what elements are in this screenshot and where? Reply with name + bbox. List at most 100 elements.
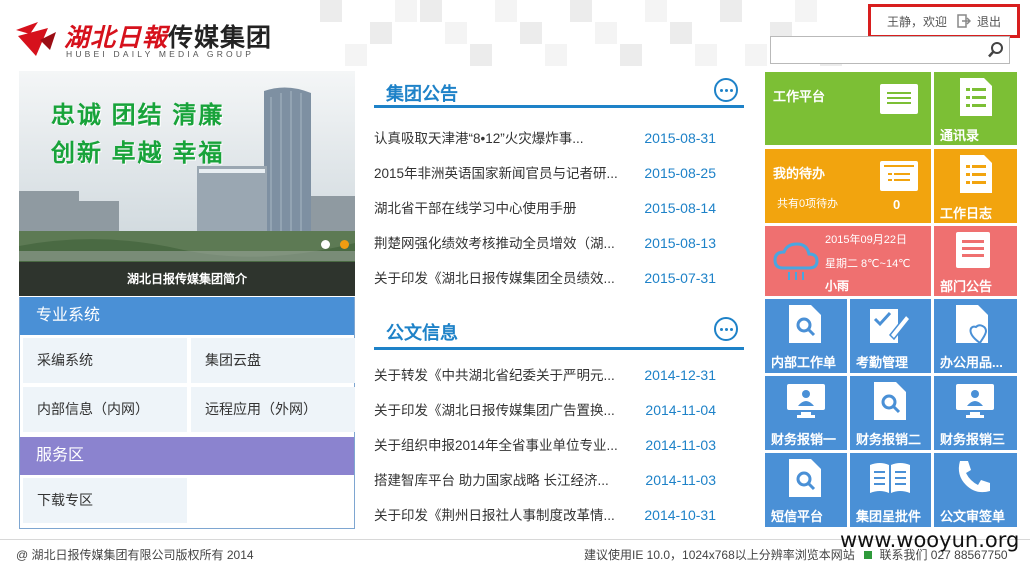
footer-browser-note: 建议使用IE 10.0，1024x768以上分辨率浏览本网站: [584, 548, 855, 562]
doc-date: 2014-11-03: [645, 437, 716, 453]
news-title[interactable]: 关于印发《湖北日报传媒集团全员绩效...: [374, 261, 624, 296]
tile-dept-notice[interactable]: 部门公告: [934, 226, 1017, 296]
banner-slogan: 忠诚 团结 清廉 创新 卓越 幸福: [51, 97, 224, 173]
system-item-cloud-disk[interactable]: 集团云盘: [191, 338, 355, 383]
announcements-section: 集团公告 认真吸取天津港“8•12”火灾爆炸事... 2015-08-31 201…: [374, 74, 744, 296]
doc-title[interactable]: 关于印发《湖北日报传媒集团广告置换...: [374, 393, 624, 428]
tile-contacts-label: 通讯录: [940, 128, 980, 143]
tile-work-platform[interactable]: 工作平台: [765, 72, 931, 145]
documents-title: 公文信息: [386, 323, 458, 343]
tile-attendance[interactable]: 考勤管理: [850, 299, 931, 373]
news-title[interactable]: 认真吸取天津港“8•12”火灾爆炸事...: [374, 121, 624, 156]
slide-dot-2[interactable]: [340, 240, 349, 249]
tile-finance-1[interactable]: 财务报销一: [765, 376, 847, 450]
footer-copyright: @ 湖北日报传媒集团有限公司版权所有 2014: [16, 548, 254, 562]
tile-todo-title: 我的待办: [773, 166, 826, 181]
tile-dept-notice-label: 部门公告: [940, 279, 993, 294]
checklist-edit-icon: [870, 309, 910, 343]
documents-list: 关于转发《中共湖北省纪委关于严明元... 2014-12-31 关于印发《湖北日报…: [374, 358, 744, 533]
left-panel: 专业系统 采编系统 集团云盘 内部信息（内网） 远程应用（外网） 服务区 下载专…: [19, 297, 355, 529]
news-title[interactable]: 湖北省干部在线学习中心使用手册: [374, 191, 624, 226]
system-item-remote-app[interactable]: 远程应用（外网）: [191, 387, 355, 432]
tile-finance-3-label: 财务报销三: [940, 432, 1006, 447]
documents-section: 公文信息 关于转发《中共湖北省纪委关于严明元... 2014-12-31 关于印发…: [374, 313, 744, 533]
announcements-title: 集团公告: [386, 84, 458, 104]
announcements-header: 集团公告: [374, 74, 744, 108]
document-heart-icon: [956, 305, 988, 343]
list-item[interactable]: 关于组织申报2014年全省事业单位专业... 2014-11-03: [374, 428, 744, 463]
user-name[interactable]: 王静: [887, 13, 911, 30]
tile-office-supplies[interactable]: 办公用品...: [934, 299, 1017, 373]
tile-internal-ticket[interactable]: 内部工作单: [765, 299, 847, 373]
user-greeting: ，欢迎: [911, 14, 948, 29]
notice-document-icon: [956, 232, 990, 268]
service-item-download[interactable]: 下载专区: [23, 478, 187, 523]
news-title[interactable]: 荆楚网强化绩效考核推动全员增效（湖...: [374, 226, 624, 261]
news-date: 2015-08-25: [644, 165, 716, 181]
tile-todo[interactable]: 我的待办 共有0项待办 0: [765, 149, 931, 223]
search-box: [770, 36, 1010, 64]
tile-contacts[interactable]: 通讯录: [934, 72, 1017, 145]
monitor-list-icon: [880, 84, 918, 114]
document-search-icon: [789, 305, 821, 343]
banner-caption[interactable]: 湖北日报传媒集团简介: [19, 262, 355, 296]
tile-work-platform-label: 工作平台: [773, 89, 826, 104]
pro-systems-grid: 采编系统 集团云盘 内部信息（内网） 远程应用（外网）: [20, 335, 355, 435]
logout-icon[interactable]: [957, 14, 972, 28]
list-item[interactable]: 关于印发《荆州日报社人事制度改革情... 2014-10-31: [374, 498, 744, 533]
tile-sms[interactable]: 短信平台: [765, 453, 847, 527]
phone-icon: [958, 461, 990, 493]
contact-icon: [864, 551, 873, 559]
open-book-icon: [870, 463, 910, 493]
tile-finance-2[interactable]: 财务报销二: [850, 376, 931, 450]
document-search-icon: [789, 459, 821, 497]
logo-mark-icon: [16, 22, 56, 56]
list-item[interactable]: 关于印发《湖北日报传媒集团广告置换... 2014-11-04: [374, 393, 744, 428]
news-title[interactable]: 2015年非洲英语国家新闻官员与记者研...: [374, 156, 624, 191]
address-book-icon: [960, 78, 992, 116]
tile-group-approval[interactable]: 集团呈批件: [850, 453, 931, 527]
tile-work-log[interactable]: 工作日志: [934, 149, 1017, 223]
doc-title[interactable]: 关于组织申报2014年全省事业单位专业...: [374, 428, 624, 463]
logout-link[interactable]: 退出: [977, 13, 1001, 30]
service-header: 服务区: [20, 437, 354, 475]
monitor-person-icon: [787, 384, 825, 418]
logo-title-red: 湖北日報: [64, 24, 169, 52]
tile-office-supplies-label: 办公用品...: [940, 355, 1003, 370]
search-icon[interactable]: [987, 41, 1005, 59]
list-item[interactable]: 搭建智库平台 助力国家战略 长江经济... 2014-11-03: [374, 463, 744, 498]
user-box: 王静 ，欢迎 退出: [868, 4, 1020, 38]
doc-title[interactable]: 搭建智库平台 助力国家战略 长江经济...: [374, 463, 624, 498]
list-item[interactable]: 2015年非洲英语国家新闻官员与记者研... 2015-08-25: [374, 156, 744, 191]
doc-title[interactable]: 关于转发《中共湖北省纪委关于严明元...: [374, 358, 624, 393]
doc-title[interactable]: 关于印发《荆州日报社人事制度改革情...: [374, 498, 624, 533]
system-item-editing[interactable]: 采编系统: [23, 338, 187, 383]
tile-finance-2-label: 财务报销二: [856, 432, 922, 447]
list-item[interactable]: 关于转发《中共湖北省纪委关于严明元... 2014-12-31: [374, 358, 744, 393]
list-item[interactable]: 湖北省干部在线学习中心使用手册 2015-08-14: [374, 191, 744, 226]
slogan-line-2: 创新 卓越 幸福: [51, 140, 225, 167]
tile-finance-3[interactable]: 财务报销三: [934, 376, 1017, 450]
pro-systems-header: 专业系统: [20, 297, 354, 335]
doc-date: 2014-11-04: [645, 402, 716, 418]
slide-dot-1[interactable]: [321, 240, 330, 249]
search-input[interactable]: [771, 37, 981, 63]
weather-desc: 小雨: [825, 279, 850, 293]
cloud-rain-icon: [773, 242, 819, 280]
banner-slideshow[interactable]: 忠诚 团结 清廉 创新 卓越 幸福 湖北日报传媒集团简介: [19, 71, 355, 296]
log-document-icon: [960, 155, 992, 193]
logo[interactable]: 湖北日報传媒集团 HUBEI DAILY MEDIA GROUP: [14, 18, 284, 62]
weather-day-temp: 星期二 8℃~14℃: [825, 258, 911, 270]
list-item[interactable]: 认真吸取天津港“8•12”火灾爆炸事... 2015-08-31: [374, 121, 744, 156]
list-item[interactable]: 荆楚网强化绩效考核推动全员增效（湖... 2015-08-13: [374, 226, 744, 261]
list-item[interactable]: 关于印发《湖北日报传媒集团全员绩效... 2015-07-31: [374, 261, 744, 296]
announcements-more-icon[interactable]: [714, 78, 738, 102]
slogan-line-1: 忠诚 团结 清廉: [51, 102, 225, 129]
inbox-icon: [880, 161, 918, 191]
documents-more-icon[interactable]: [714, 317, 738, 341]
tile-doc-sign[interactable]: 公文审签单: [934, 453, 1017, 527]
system-item-intranet[interactable]: 内部信息（内网）: [23, 387, 187, 432]
tile-finance-1-label: 财务报销一: [771, 432, 837, 447]
news-date: 2015-08-14: [644, 200, 716, 216]
tile-weather: 2015年09月22日 星期二 8℃~14℃ 小雨: [765, 226, 931, 296]
